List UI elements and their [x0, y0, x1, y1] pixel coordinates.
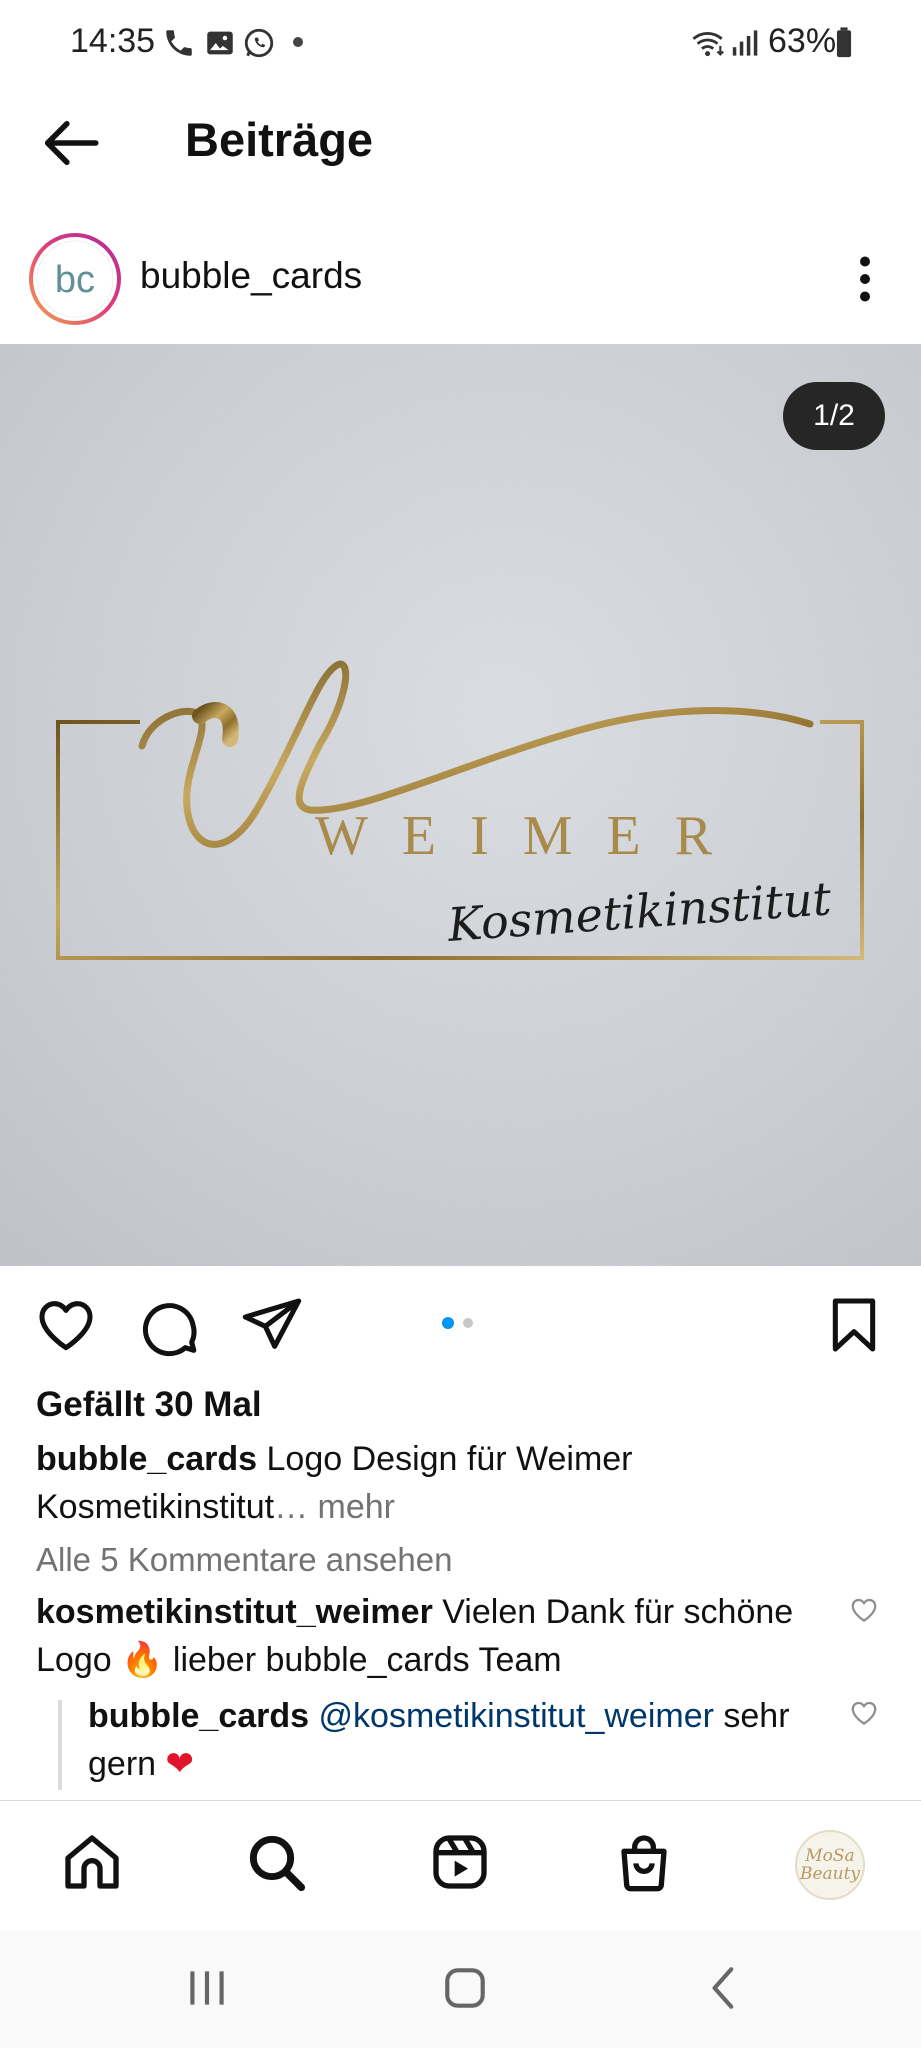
battery-icon	[836, 27, 852, 58]
search-icon[interactable]	[244, 1830, 308, 1894]
story-ring: bc	[29, 233, 121, 325]
signal-icon	[732, 30, 758, 56]
image-counter-badge: 1/2	[783, 382, 885, 450]
system-back-icon[interactable]	[700, 1963, 750, 2013]
comment-text-cont: lieber bubble_cards Team	[163, 1641, 562, 1679]
gallery-icon	[207, 31, 233, 55]
profile-avatar[interactable]: MoSa Beauty	[795, 1830, 865, 1900]
comment-username[interactable]: kosmetikinstitut_weimer	[36, 1593, 433, 1631]
view-all-comments-link[interactable]: Alle 5 Kommentare ansehen	[36, 1541, 452, 1579]
comment-reply-item: bubble_cards @kosmetikinstitut_weimer se…	[88, 1692, 828, 1788]
comment-item: kosmetikinstitut_weimer Vielen Dank für …	[36, 1588, 826, 1684]
author-avatar[interactable]: bc	[28, 232, 122, 326]
post-username[interactable]: bubble_cards	[140, 255, 362, 297]
reply-username[interactable]: bubble_cards	[88, 1697, 309, 1735]
comment-like-icon[interactable]	[848, 1595, 880, 1625]
recent-apps-icon[interactable]	[182, 1963, 232, 2013]
reels-icon[interactable]	[428, 1830, 492, 1894]
home-icon[interactable]	[60, 1830, 124, 1894]
reply-like-icon[interactable]	[848, 1698, 880, 1728]
fire-emoji: 🔥	[121, 1641, 164, 1679]
reply-mention[interactable]: @kosmetikinstitut_weimer	[319, 1697, 714, 1735]
avatar-initials: bc	[55, 259, 95, 301]
profile-avatar-text-2: Beauty	[799, 1864, 861, 1884]
logo-artwork: WEIMER Kosmetikinstitut	[0, 344, 921, 1266]
reply-thread-line	[58, 1700, 62, 1790]
page-title: Beiträge	[185, 113, 374, 166]
battery-level: 63%	[768, 22, 837, 60]
whatsapp-icon	[244, 28, 274, 58]
share-send-icon[interactable]	[240, 1293, 304, 1357]
home-button-icon[interactable]	[440, 1963, 490, 2013]
brand-word: WEIMER	[315, 805, 746, 867]
status-time: 14:35	[70, 22, 156, 60]
caption-username[interactable]: bubble_cards	[36, 1440, 257, 1478]
comment-bubble-icon[interactable]	[137, 1293, 201, 1357]
heart-emoji: ❤	[165, 1745, 195, 1783]
status-bar: 14:35 63%	[0, 0, 921, 88]
carousel-dots	[442, 1317, 473, 1329]
save-bookmark-icon[interactable]	[822, 1293, 886, 1357]
post-caption[interactable]: bubble_cards Logo Design für Weimer Kosm…	[36, 1435, 886, 1531]
notification-dot-icon	[293, 37, 303, 47]
post-image[interactable]: WEIMER Kosmetikinstitut	[0, 344, 921, 1266]
likes-count[interactable]: Gefällt 30 Mal	[36, 1385, 262, 1425]
like-heart-icon[interactable]	[34, 1293, 98, 1357]
wifi-icon	[692, 32, 724, 57]
shop-icon[interactable]	[612, 1830, 676, 1894]
profile-avatar-text-1: MoSa	[805, 1846, 855, 1866]
back-arrow-icon[interactable]	[38, 110, 104, 176]
phone-icon	[166, 30, 192, 56]
caption-more-link[interactable]: … mehr	[274, 1488, 395, 1526]
more-options-icon[interactable]	[845, 254, 885, 304]
